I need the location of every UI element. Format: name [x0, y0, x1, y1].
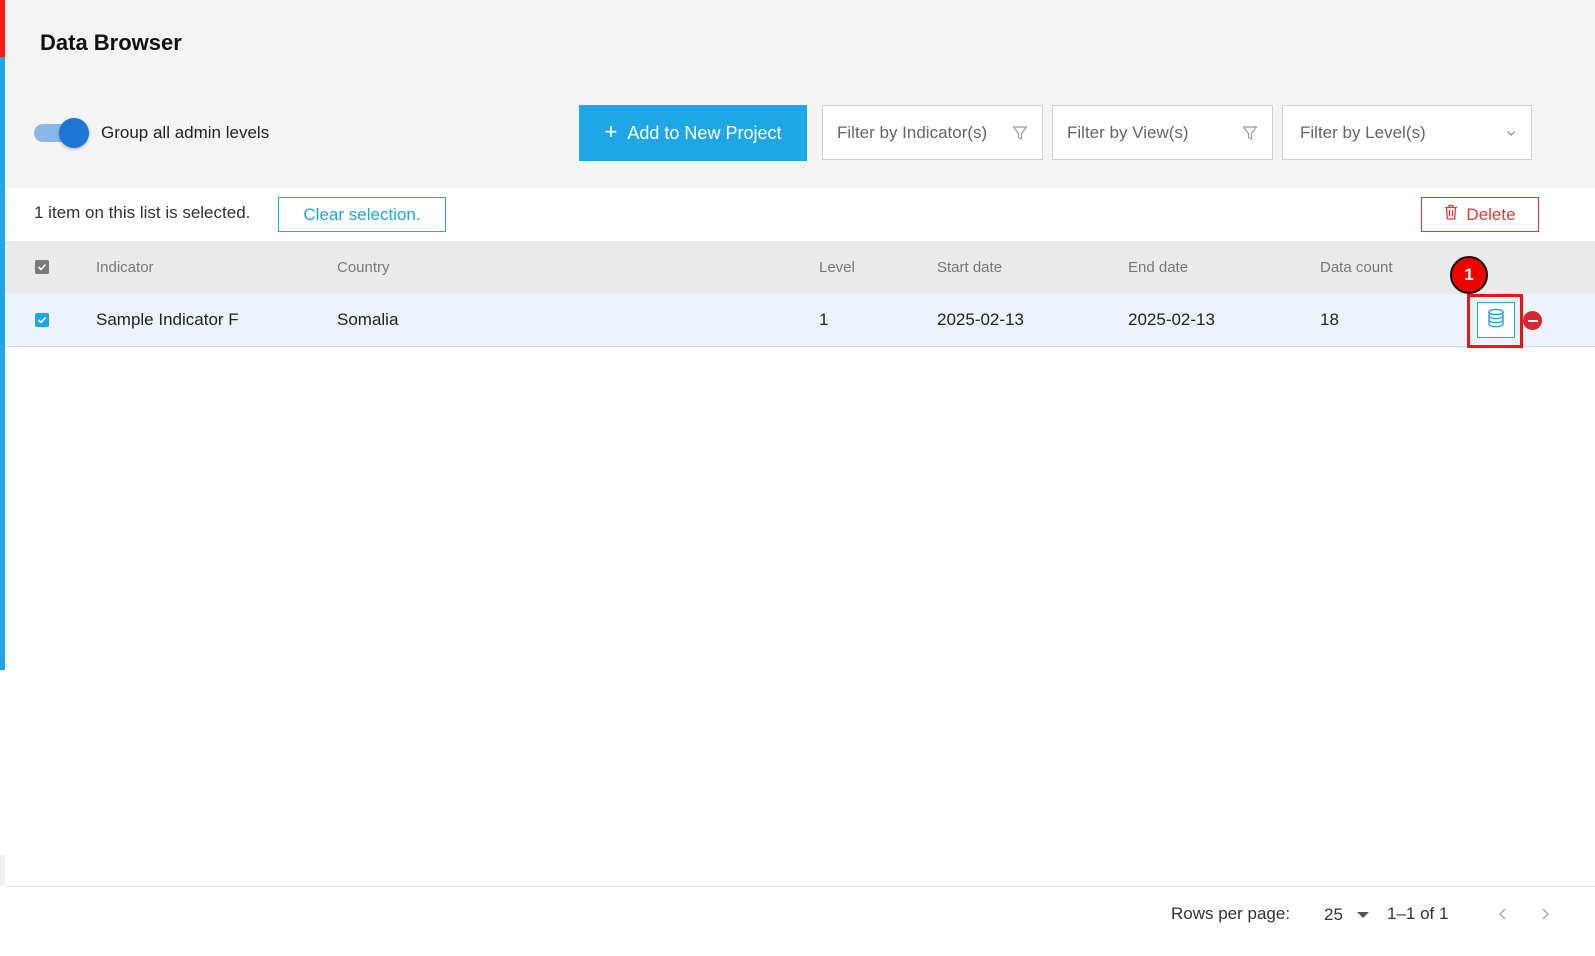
- trash-icon: [1444, 204, 1458, 225]
- pagination-footer: Rows per page: 25 1–1 of 1: [5, 886, 1595, 956]
- filter-level-select[interactable]: Filter by Level(s): [1282, 105, 1532, 160]
- selection-status: 1 item on this list is selected.: [34, 203, 251, 222]
- toggle-label: Group all admin levels: [101, 123, 270, 142]
- selection-bar: 1 item on this list is selected. Clear s…: [5, 188, 1595, 241]
- table-header: Indicator Country Level Start date End d…: [5, 241, 1595, 294]
- remove-row-button[interactable]: [1523, 311, 1542, 330]
- previous-page-button[interactable]: [1490, 901, 1516, 927]
- page: Data Browser Group all admin levels + Ad…: [0, 0, 1595, 956]
- delete-button-label: Delete: [1466, 204, 1516, 224]
- add-to-new-project-button[interactable]: + Add to New Project: [579, 105, 807, 161]
- filter-icon: [1012, 125, 1028, 141]
- cell-level: 1: [819, 310, 829, 329]
- row-checkbox[interactable]: [35, 313, 49, 327]
- table-row[interactable]: Sample Indicator F Somalia 1 2025-02-13 …: [5, 294, 1595, 348]
- column-header-start-date[interactable]: Start date: [937, 259, 1002, 276]
- rows-per-page-select[interactable]: 25: [1319, 900, 1381, 930]
- filter-icon: [1242, 125, 1258, 141]
- column-header-end-date[interactable]: End date: [1128, 259, 1188, 276]
- check-icon: [37, 263, 47, 271]
- accent-strip-gray: [0, 855, 5, 885]
- check-icon: [37, 316, 47, 324]
- select-all-checkbox[interactable]: [35, 260, 49, 274]
- cell-start-date: 2025-02-13: [937, 310, 1024, 329]
- rows-per-page-value: 25: [1324, 905, 1343, 924]
- remove-icon: [1527, 319, 1538, 322]
- database-icon: [1487, 308, 1505, 333]
- chevron-right-icon: [1542, 908, 1550, 920]
- plus-icon: +: [604, 119, 618, 144]
- column-header-data-count[interactable]: Data count: [1320, 259, 1393, 276]
- column-header-level[interactable]: Level: [819, 259, 855, 276]
- pagination-range: 1–1 of 1: [1387, 904, 1449, 923]
- chevron-left-icon: [1498, 908, 1506, 920]
- filter-level-placeholder: Filter by Level(s): [1300, 122, 1426, 142]
- filter-view-select[interactable]: Filter by View(s): [1052, 105, 1273, 160]
- delete-button[interactable]: Delete: [1421, 197, 1539, 232]
- rows-per-page-label: Rows per page:: [1171, 904, 1291, 923]
- page-title: Data Browser: [40, 30, 182, 55]
- cell-data-count: 18: [1320, 310, 1339, 329]
- cell-end-date: 2025-02-13: [1128, 310, 1215, 329]
- filter-view-placeholder: Filter by View(s): [1067, 122, 1189, 142]
- filter-indicator-select[interactable]: Filter by Indicator(s): [822, 105, 1043, 160]
- next-page-button[interactable]: [1532, 901, 1558, 927]
- toggle-thumb: [59, 118, 89, 148]
- header: Data Browser Group all admin levels + Ad…: [5, 0, 1595, 188]
- cell-country: Somalia: [337, 310, 399, 329]
- group-admin-levels-toggle[interactable]: [34, 118, 90, 148]
- column-header-country[interactable]: Country: [337, 259, 390, 276]
- filter-indicator-placeholder: Filter by Indicator(s): [837, 122, 988, 142]
- caret-down-icon: [1356, 912, 1369, 918]
- annotation-marker: 1: [1450, 256, 1488, 294]
- view-data-button[interactable]: [1477, 302, 1515, 338]
- cell-indicator: Sample Indicator F: [96, 310, 239, 329]
- column-header-indicator[interactable]: Indicator: [96, 259, 154, 276]
- chevron-down-icon: [1505, 127, 1517, 139]
- add-button-label: Add to New Project: [627, 122, 782, 143]
- clear-selection-button[interactable]: Clear selection.: [278, 197, 446, 232]
